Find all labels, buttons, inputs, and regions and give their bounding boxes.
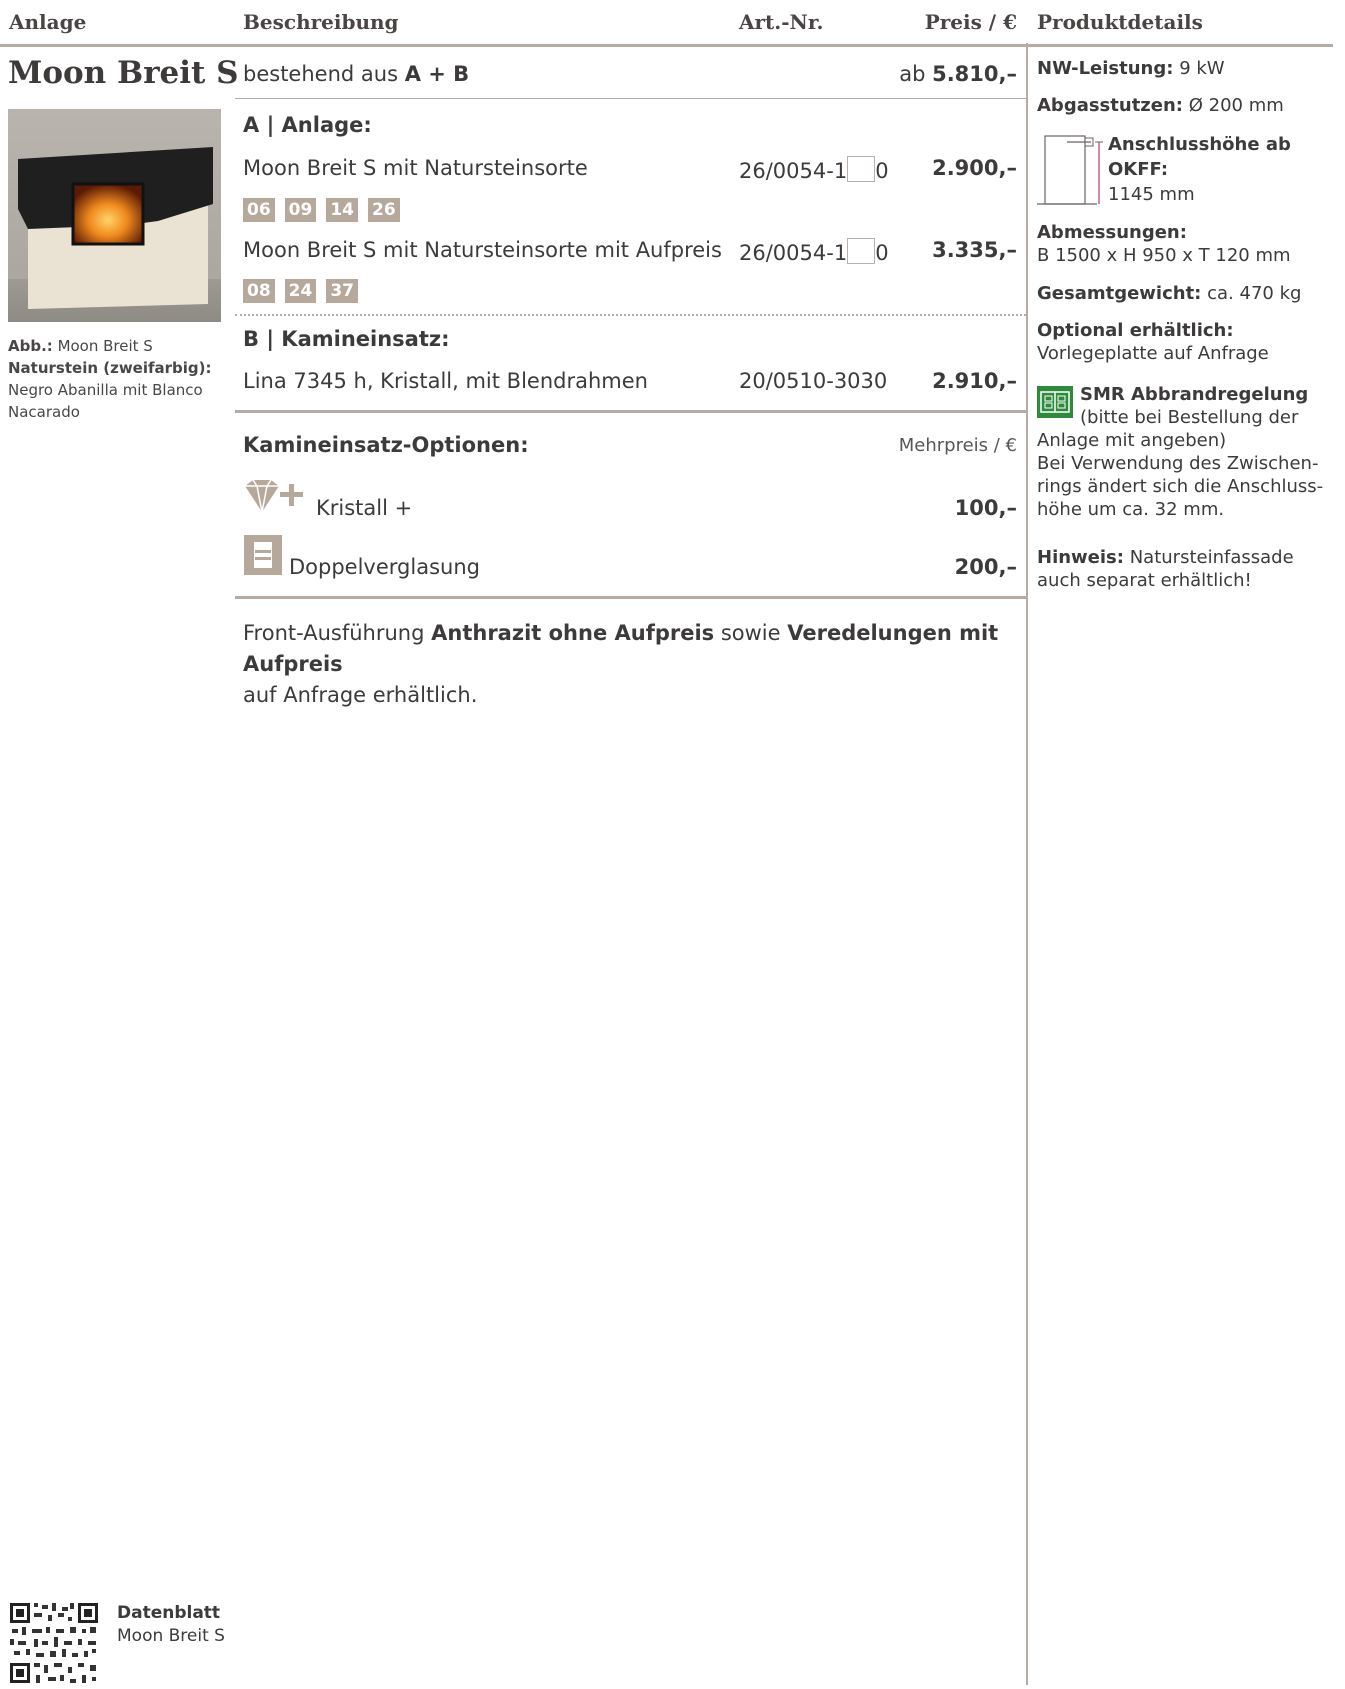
datasheet-subtitle: Moon Breit S <box>117 1626 225 1646</box>
detail-value: 1145 mm <box>1108 184 1195 205</box>
detail-abgas: Abgasstutzen: Ø 200 mm <box>1037 94 1337 117</box>
item-a1-price: 2.900,– <box>932 156 1017 180</box>
product-title: Moon Breit S <box>8 55 239 91</box>
detail-value: höhe um ca. 32 mm. <box>1037 499 1225 520</box>
detail-value: ca. 470 kg <box>1207 283 1302 304</box>
detail-smr-notes: Anlage mit angeben) Bei Verwendung des Z… <box>1037 429 1337 521</box>
section-b-rule <box>235 410 1026 413</box>
section-a-divider <box>235 314 1026 316</box>
detail-value: Ø 200 mm <box>1188 95 1284 116</box>
detail-label: Anschlusshöhe ab OKFF: <box>1108 134 1291 180</box>
detail-label: Hinweis: <box>1037 547 1124 568</box>
caption-stone-label: Naturstein (zweifarbig): <box>8 359 212 377</box>
detail-hinweis: Hinweis: Natursteinfassade auch separat … <box>1037 546 1337 592</box>
item-a2-swatches: 08 24 37 <box>243 279 368 303</box>
detail-nw: NW-Leistung: 9 kW <box>1037 57 1337 80</box>
stone-swatch: 06 <box>243 198 275 222</box>
caption-abb-label: Abb.: <box>8 337 53 355</box>
item-a1-swatches: 06 09 14 26 <box>243 198 410 222</box>
footnote-text: Front-Ausführung <box>243 621 432 645</box>
detail-label: Abmessungen: <box>1037 222 1187 243</box>
stone-swatch: 26 <box>368 198 400 222</box>
caption-abb-value: Moon Breit S <box>57 337 153 355</box>
detail-label: NW-Leistung: <box>1037 58 1174 79</box>
detail-value: Vorlegeplatte auf Anfrage <box>1037 343 1269 364</box>
stone-swatch: 37 <box>326 279 359 303</box>
datasheet-title: Datenblatt <box>117 1603 221 1623</box>
image-caption: Abb.: Moon Breit S Naturstein (zweifarbi… <box>8 335 223 423</box>
diamond-plus-icon <box>243 478 313 518</box>
footnote-text: auf Anfrage erhältlich. <box>243 683 478 707</box>
detail-smr: SMR Abbrandregelung (bitte bei Bestellun… <box>1080 383 1335 429</box>
options-rule <box>235 596 1026 599</box>
header-produktdetails: Produktdetails <box>1037 10 1203 34</box>
total-price: ab 5.810,– <box>817 62 1017 86</box>
title-rule <box>235 98 1026 99</box>
option-kristall-label: Kristall + <box>316 496 413 520</box>
total-price-prefix: ab <box>899 62 926 86</box>
header-beschreibung: Beschreibung <box>243 10 399 34</box>
detail-label: Gesamtgewicht: <box>1037 283 1202 304</box>
detail-optional: Optional erhältlich: Vorlegeplatte auf A… <box>1037 319 1337 365</box>
consists-parts: A + B <box>404 62 470 86</box>
section-b-heading: B | Kamineinsatz: <box>243 327 450 351</box>
detail-value: B 1500 x H 950 x T 120 mm <box>1037 245 1291 266</box>
option-doppel-price: 200,– <box>954 555 1017 579</box>
stone-swatch: 24 <box>284 279 317 303</box>
header-rule <box>0 44 1333 47</box>
options-price-header: Mehrpreis / € <box>898 435 1017 456</box>
detail-anschluss: Anschlusshöhe ab OKFF: 1145 mm <box>1108 132 1345 207</box>
detail-value: 9 kW <box>1179 58 1225 79</box>
product-image <box>8 109 221 322</box>
footnote-bold: Anthrazit ohne Aufpreis <box>431 621 715 645</box>
total-price-value: 5.810,– <box>932 62 1017 86</box>
stone-swatch: 14 <box>326 198 359 222</box>
caption-stone-value: Negro Abanilla mit Blanco Nacarado <box>8 381 203 421</box>
item-b-desc: Lina 7345 h, Kristall, mit Blendrahmen <box>243 369 648 393</box>
consists-of: bestehend aus A + B <box>243 62 469 86</box>
header-preis: Preis / € <box>924 10 1017 34</box>
detail-label: Optional erhältlich: <box>1037 320 1234 341</box>
detail-label: Abgasstutzen: <box>1037 95 1183 116</box>
detail-value: Anlage mit angeben) <box>1037 430 1227 451</box>
header-artnr: Art.-Nr. <box>739 10 824 34</box>
consists-prefix: bestehend aus <box>243 62 399 86</box>
double-glazing-icon <box>243 534 283 576</box>
detail-gewicht: Gesamtgewicht: ca. 470 kg <box>1037 282 1337 305</box>
detail-abmessungen: Abmessungen: B 1500 x H 950 x T 120 mm <box>1037 221 1337 267</box>
stone-swatch: 09 <box>284 198 317 222</box>
header-anlage: Anlage <box>9 10 87 34</box>
item-a1-desc: Moon Breit S mit Natursteinsorte <box>243 156 588 180</box>
detail-value: rings ändert sich die Anschluss- <box>1037 476 1324 497</box>
option-kristall-price: 100,– <box>954 496 1017 520</box>
column-divider <box>1026 43 1028 1685</box>
stone-swatch: 08 <box>243 279 275 303</box>
qr-code[interactable] <box>8 1601 100 1685</box>
item-b-price: 2.910,– <box>932 369 1017 393</box>
detail-label: SMR Abbrandregelung <box>1080 384 1309 405</box>
item-a2-price: 3.335,– <box>932 238 1017 262</box>
options-heading: Kamineinsatz-Optionen: <box>243 433 529 457</box>
footnote: Front-Ausführung Anthrazit ohne Aufpreis… <box>243 618 1023 711</box>
detail-value: (bitte bei Bestellung der <box>1080 407 1299 428</box>
section-a-heading: A | Anlage: <box>243 113 372 137</box>
footnote-text: sowie <box>714 621 788 645</box>
detail-value: Bei Verwendung des Zwischen- <box>1037 453 1319 474</box>
datasheet-label: Datenblatt Moon Breit S <box>117 1602 225 1648</box>
item-a2-desc: Moon Breit S mit Natursteinsorte mit Auf… <box>243 238 722 262</box>
smr-control-icon <box>1037 386 1073 418</box>
connection-height-diagram-icon <box>1037 134 1105 206</box>
option-doppel-label: Doppelverglasung <box>289 555 480 579</box>
